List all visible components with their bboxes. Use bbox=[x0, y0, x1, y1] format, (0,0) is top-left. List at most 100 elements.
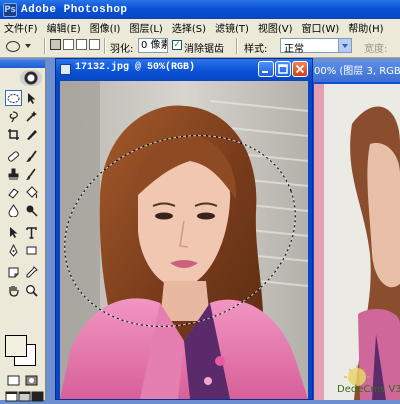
paint-bucket-icon bbox=[26, 185, 38, 198]
style-select[interactable]: 正常 bbox=[280, 38, 352, 55]
menu-file[interactable]: 文件(F) bbox=[0, 20, 43, 35]
eyedropper-icon bbox=[26, 265, 38, 277]
clone-stamp-tool[interactable] bbox=[5, 166, 22, 182]
brush-icon bbox=[26, 149, 37, 162]
toolbox-header[interactable] bbox=[0, 60, 45, 68]
type-t-icon bbox=[26, 226, 37, 239]
menu-window[interactable]: 窗口(W) bbox=[298, 20, 345, 35]
watermark-text: DedeCms V3 bbox=[337, 384, 400, 395]
document-icon bbox=[60, 64, 71, 75]
document-title: 17132.jpg @ 50%(RGB) bbox=[75, 62, 196, 73]
app-title: Adobe Photoshop bbox=[21, 3, 128, 16]
antialias-checkbox[interactable]: ✓ bbox=[172, 40, 182, 50]
background-document-window[interactable]: 00% (图层 3, RGB) bbox=[308, 62, 400, 400]
slice-knife-icon bbox=[27, 129, 37, 140]
quick-mask-button[interactable] bbox=[23, 372, 40, 388]
menu-help[interactable]: 帮助(H) bbox=[344, 20, 388, 35]
watermark-logo: DedeCms V3 bbox=[335, 365, 400, 397]
background-photo bbox=[314, 84, 400, 400]
screen-mode-full[interactable] bbox=[29, 388, 46, 404]
menu-layer[interactable]: 图层(L) bbox=[125, 20, 167, 35]
history-brush-icon bbox=[26, 168, 36, 180]
zoom-tool[interactable] bbox=[23, 282, 40, 298]
feather-label: 羽化: bbox=[110, 44, 134, 55]
menu-edit[interactable]: 编辑(E) bbox=[43, 20, 86, 35]
close-button[interactable] bbox=[292, 61, 308, 77]
rectangle-shape-tool[interactable] bbox=[23, 242, 40, 258]
pen-nib-icon bbox=[9, 243, 18, 257]
width-label: 宽度: bbox=[364, 44, 388, 55]
portrait-photo bbox=[60, 81, 308, 399]
elliptical-marquee-icon bbox=[6, 40, 20, 52]
magic-wand-icon bbox=[26, 110, 37, 122]
chevron-down-icon bbox=[338, 39, 351, 52]
photoshop-app-icon: Ps bbox=[3, 2, 17, 17]
options-bar: 羽化: 0 像素 ✓ 消除锯齿 样式: 正常 宽度: bbox=[0, 35, 400, 58]
style-label: 样式: bbox=[244, 44, 268, 55]
menu-view[interactable]: 视图(V) bbox=[254, 20, 298, 35]
menu-filter[interactable]: 滤镜(T) bbox=[211, 20, 254, 35]
water-drop-icon bbox=[8, 203, 19, 217]
options-divider bbox=[104, 38, 106, 54]
stamp-icon bbox=[8, 168, 19, 179]
slice-tool[interactable] bbox=[23, 126, 40, 142]
pen-tool[interactable] bbox=[5, 242, 22, 258]
document-title-bar[interactable]: 17132.jpg @ 50%(RGB) bbox=[56, 59, 312, 81]
hand-icon bbox=[9, 285, 19, 297]
minimize-button[interactable] bbox=[258, 61, 274, 77]
menu-image[interactable]: 图像(I) bbox=[86, 20, 126, 35]
magic-wand-tool[interactable] bbox=[23, 108, 40, 124]
chevron-down-icon bbox=[25, 44, 31, 48]
menu-bar: 文件(F) 编辑(E) 图像(I) 图层(L) 选择(S) 滤镜(T) 视图(V… bbox=[0, 19, 400, 36]
maximize-button[interactable] bbox=[275, 61, 291, 77]
magnifier-icon bbox=[26, 284, 38, 297]
menu-select[interactable]: 选择(S) bbox=[168, 20, 211, 35]
lasso-tool[interactable] bbox=[5, 108, 22, 124]
gradient-tool[interactable] bbox=[23, 184, 40, 200]
hand-tool[interactable] bbox=[5, 282, 22, 298]
path-arrow-icon bbox=[10, 226, 18, 238]
minimize-icon bbox=[262, 71, 268, 73]
history-brush-tool[interactable] bbox=[23, 166, 40, 182]
crop-icon bbox=[8, 128, 19, 140]
blur-tool[interactable] bbox=[5, 202, 22, 218]
new-selection-button[interactable] bbox=[50, 39, 61, 50]
maximize-icon bbox=[278, 64, 288, 74]
feather-input[interactable]: 0 像素 bbox=[138, 38, 168, 53]
options-divider bbox=[236, 38, 238, 54]
toolbox bbox=[0, 60, 46, 401]
move-tool[interactable] bbox=[23, 90, 40, 106]
quick-mask-icon bbox=[25, 375, 38, 385]
crop-tool[interactable] bbox=[5, 126, 22, 142]
elliptical-marquee-tool[interactable] bbox=[5, 90, 22, 106]
dodge-tool[interactable] bbox=[23, 202, 40, 218]
path-selection-tool[interactable] bbox=[5, 224, 22, 240]
type-tool[interactable] bbox=[23, 224, 40, 240]
eyedropper-tool[interactable] bbox=[23, 264, 40, 280]
document-canvas[interactable] bbox=[60, 81, 308, 399]
style-select-value: 正常 bbox=[284, 44, 304, 55]
antialias-label: 消除锯齿 bbox=[184, 44, 224, 55]
eraser-icon bbox=[8, 187, 19, 199]
subtract-selection-button[interactable] bbox=[76, 39, 87, 50]
healing-brush-tool[interactable] bbox=[5, 148, 22, 164]
active-document-window[interactable]: 17132.jpg @ 50%(RGB) bbox=[55, 58, 313, 400]
background-document-title[interactable]: 00% (图层 3, RGB) bbox=[308, 62, 400, 82]
bandage-icon bbox=[7, 150, 20, 162]
background-document-canvas[interactable] bbox=[314, 84, 400, 400]
eye-logo-icon[interactable] bbox=[20, 70, 42, 86]
options-divider bbox=[44, 38, 46, 54]
standard-mode-button[interactable] bbox=[5, 372, 22, 388]
eraser-tool[interactable] bbox=[5, 184, 22, 200]
tool-preset-picker[interactable] bbox=[6, 38, 38, 54]
add-selection-button[interactable] bbox=[63, 39, 74, 50]
elliptical-marquee-icon bbox=[7, 93, 20, 103]
brush-tool[interactable] bbox=[23, 148, 40, 164]
rectangle-icon bbox=[26, 246, 37, 254]
close-icon bbox=[295, 64, 305, 74]
dodge-icon bbox=[26, 205, 38, 217]
foreground-color-swatch[interactable] bbox=[5, 335, 27, 357]
app-title-bar[interactable]: Ps Adobe Photoshop bbox=[0, 0, 400, 19]
intersect-selection-button[interactable] bbox=[89, 39, 100, 50]
notes-tool[interactable] bbox=[5, 264, 22, 280]
